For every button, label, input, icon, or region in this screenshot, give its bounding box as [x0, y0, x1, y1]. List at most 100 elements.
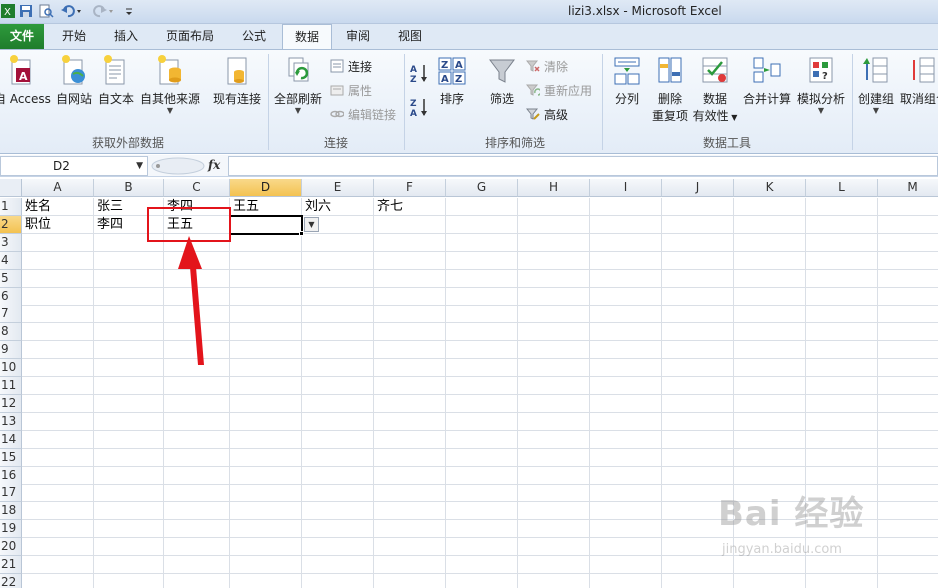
cell-l13[interactable] — [806, 412, 878, 431]
cell-m19[interactable] — [878, 520, 938, 539]
cell-b16[interactable] — [94, 466, 164, 485]
name-box-dropdown-icon[interactable]: ▼ — [136, 157, 143, 175]
column-header-j[interactable]: J — [662, 179, 734, 197]
cell-g22[interactable] — [446, 573, 518, 588]
cell-g1[interactable] — [446, 198, 518, 216]
cell-g11[interactable] — [446, 377, 518, 395]
cell-b14[interactable] — [94, 430, 164, 449]
cell-m15[interactable] — [878, 449, 938, 467]
cell-l8[interactable] — [806, 323, 878, 342]
cell-d19[interactable] — [230, 520, 302, 539]
cell-m3[interactable] — [878, 234, 938, 252]
cell-c4[interactable] — [164, 251, 230, 270]
column-header-i[interactable]: I — [590, 179, 662, 197]
cell-h14[interactable] — [518, 430, 590, 449]
cell-m22[interactable] — [878, 574, 938, 588]
row-header-9[interactable]: 9 — [0, 341, 22, 360]
cell-g10[interactable] — [446, 359, 518, 378]
cell-g8[interactable] — [446, 323, 518, 342]
cell-d9[interactable] — [230, 341, 302, 360]
cell-e20[interactable] — [302, 538, 374, 557]
cell-d6[interactable] — [230, 287, 302, 306]
row-header-11[interactable]: 11 — [0, 377, 22, 395]
refresh-all-button[interactable]: 全部刷新 ▼ — [272, 54, 324, 115]
cell-e8[interactable] — [302, 323, 374, 342]
cell-j3[interactable] — [662, 233, 734, 252]
cell-g18[interactable] — [446, 502, 518, 521]
cell-f6[interactable] — [374, 287, 446, 306]
cell-m6[interactable] — [878, 288, 938, 306]
cell-l1[interactable] — [806, 198, 878, 216]
cell-e12[interactable] — [302, 394, 374, 413]
cell-c16[interactable] — [164, 466, 230, 485]
cell-j14[interactable] — [662, 430, 734, 449]
cell-g19[interactable] — [446, 520, 518, 539]
cell-i14[interactable] — [590, 430, 662, 449]
row-header-15[interactable]: 15 — [0, 448, 22, 467]
cell-d17[interactable] — [230, 484, 302, 503]
from-web-button[interactable]: 自网站 — [54, 54, 94, 107]
cell-j1[interactable] — [662, 198, 734, 216]
cell-m21[interactable] — [878, 556, 938, 574]
group-button[interactable]: 创建组 ▼ — [856, 54, 896, 115]
column-header-m[interactable]: M — [878, 179, 938, 197]
cell-f5[interactable] — [374, 269, 446, 288]
cell-h21[interactable] — [518, 556, 590, 574]
cell-k4[interactable] — [734, 251, 806, 270]
cell-k15[interactable] — [734, 448, 806, 467]
cell-f16[interactable] — [374, 466, 446, 485]
cell-j6[interactable] — [662, 287, 734, 306]
cell-a14[interactable] — [22, 430, 94, 449]
cell-i21[interactable] — [590, 556, 662, 574]
cell-f3[interactable] — [374, 233, 446, 252]
column-header-k[interactable]: K — [734, 179, 806, 197]
row-header-4[interactable]: 4 — [0, 251, 22, 270]
cell-i5[interactable] — [590, 269, 662, 288]
cell-k12[interactable] — [734, 394, 806, 413]
cell-h11[interactable] — [518, 377, 590, 395]
cell-d22[interactable] — [230, 573, 302, 588]
cell-b21[interactable] — [94, 556, 164, 574]
sort-a-to-z-button[interactable]: AZ — [410, 62, 432, 85]
cell-h8[interactable] — [518, 323, 590, 342]
cell-m7[interactable] — [878, 305, 938, 324]
cell-f13[interactable] — [374, 412, 446, 431]
cell-l11[interactable] — [806, 377, 878, 395]
cell-l9[interactable] — [806, 341, 878, 360]
cell-j9[interactable] — [662, 341, 734, 360]
cell-b9[interactable] — [94, 341, 164, 360]
cell-f15[interactable] — [374, 448, 446, 467]
cell-i22[interactable] — [590, 573, 662, 588]
cell-h20[interactable] — [518, 538, 590, 557]
cell-e11[interactable] — [302, 377, 374, 395]
cell-h19[interactable] — [518, 520, 590, 539]
cell-f18[interactable] — [374, 502, 446, 521]
cell-j8[interactable] — [662, 323, 734, 342]
customize-qat-icon[interactable] — [124, 3, 140, 19]
cell-e4[interactable] — [302, 251, 374, 270]
cell-c14[interactable] — [164, 430, 230, 449]
from-text-button[interactable]: 自文本 — [96, 54, 136, 107]
ungroup-button[interactable]: 取消组合 — [900, 54, 938, 107]
tab-review[interactable]: 审阅 — [334, 24, 382, 49]
row-header-7[interactable]: 7 — [0, 305, 22, 324]
cell-m5[interactable] — [878, 270, 938, 288]
cell-k5[interactable] — [734, 269, 806, 288]
cell-f14[interactable] — [374, 430, 446, 449]
cell-e22[interactable] — [302, 573, 374, 588]
cell-g7[interactable] — [446, 305, 518, 324]
row-header-6[interactable]: 6 — [0, 287, 22, 306]
cell-h22[interactable] — [518, 573, 590, 588]
properties-button[interactable]: 属性 — [330, 82, 372, 102]
cell-f8[interactable] — [374, 323, 446, 342]
cell-b7[interactable] — [94, 305, 164, 324]
cell-g6[interactable] — [446, 287, 518, 306]
row-header-14[interactable]: 14 — [0, 430, 22, 449]
cell-h9[interactable] — [518, 341, 590, 360]
save-icon[interactable] — [18, 3, 34, 19]
what-if-analysis-button[interactable]: ? 模拟分析 ▼ — [794, 54, 848, 115]
cell-m14[interactable] — [878, 431, 938, 449]
cell-l15[interactable] — [806, 448, 878, 467]
cell-h3[interactable] — [518, 233, 590, 252]
cell-b10[interactable] — [94, 359, 164, 378]
